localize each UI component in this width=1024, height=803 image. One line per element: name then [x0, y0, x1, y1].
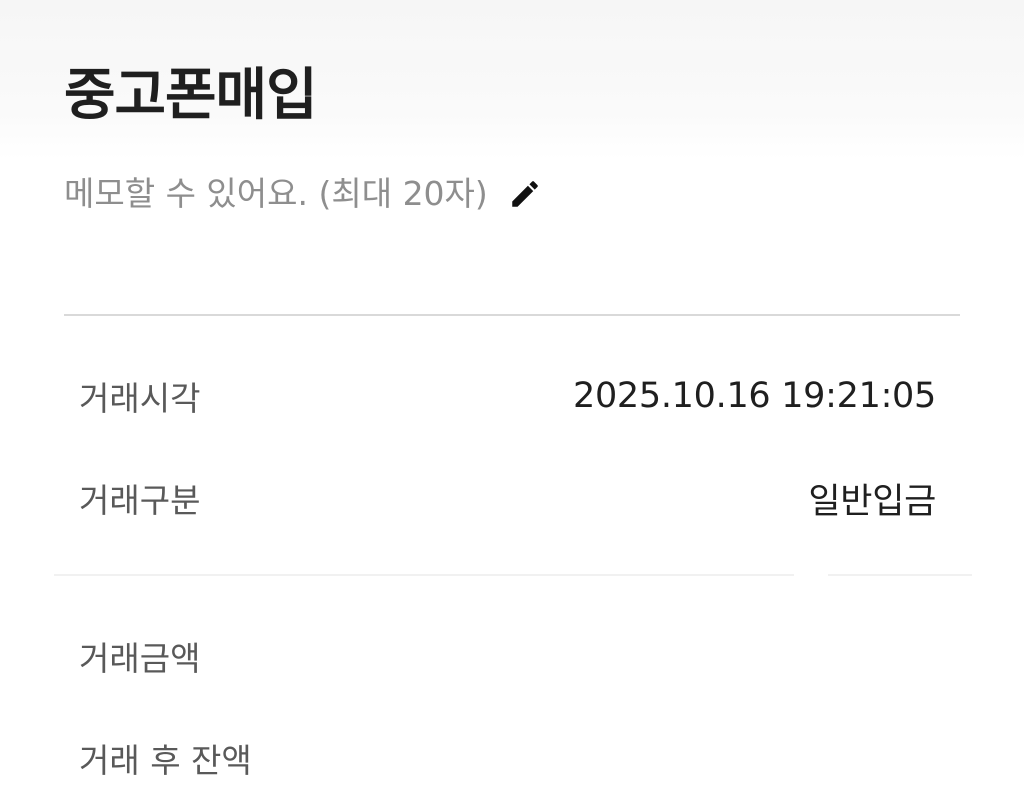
memo-field[interactable]: 메모할 수 있어요. (최대 20자): [64, 168, 542, 220]
detail-row-balance: 거래 후 잔액: [79, 728, 936, 788]
section-divider-faint: [54, 574, 794, 576]
section-divider: [64, 314, 960, 316]
transaction-detail-page: 중고폰매입 메모할 수 있어요. (최대 20자) 거래시각 2025.10.1…: [0, 0, 1024, 803]
detail-value: 2025.10.16 19:21:05: [572, 376, 936, 416]
pencil-icon[interactable]: [508, 177, 542, 211]
page-title: 중고폰매입: [64, 63, 318, 128]
memo-placeholder: 메모할 수 있어요. (최대 20자): [64, 174, 488, 213]
detail-row-time: 거래시각 2025.10.16 19:21:05: [79, 366, 936, 426]
section-divider-faint: [828, 574, 972, 576]
detail-label: 거래구분: [79, 481, 201, 520]
detail-label: 거래금액: [79, 639, 201, 678]
detail-row-type: 거래구분 일반입금: [79, 468, 936, 528]
detail-label: 거래 후 잔액: [79, 741, 252, 780]
detail-label: 거래시각: [79, 379, 201, 418]
detail-value: 일반입금: [808, 481, 936, 522]
detail-row-amount: 거래금액: [79, 626, 936, 686]
